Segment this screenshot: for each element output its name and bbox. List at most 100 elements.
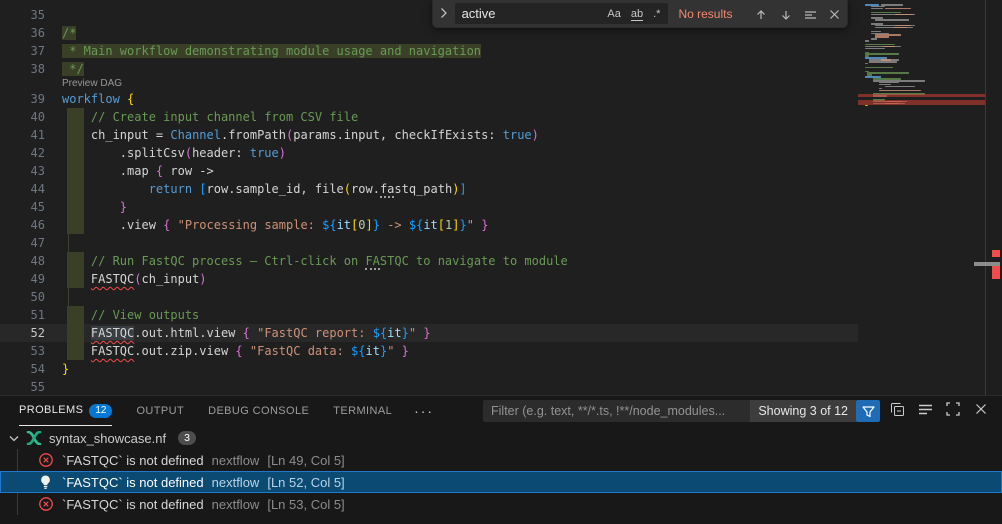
code-text: } bbox=[62, 198, 127, 216]
code-line[interactable]: 53 FASTQC.out.zip.view { "FastQC data: $… bbox=[0, 342, 858, 360]
filter-funnel-icon[interactable] bbox=[856, 400, 880, 422]
code-text: FASTQC.out.zip.view { "FastQC data: ${it… bbox=[62, 342, 409, 360]
next-match-icon[interactable] bbox=[774, 6, 799, 21]
problem-location: [Ln 53, Col 5] bbox=[267, 497, 344, 512]
minimap-error-bar bbox=[858, 100, 985, 105]
tab-problems[interactable]: PROBLEMS12 bbox=[19, 397, 112, 426]
code-text: */ bbox=[62, 60, 84, 78]
code-text: ch_input = Channel.fromPath(params.input… bbox=[62, 126, 539, 144]
find-widget: active Aa ab .* No results bbox=[432, 0, 848, 28]
error-icon bbox=[38, 452, 54, 468]
panel-tabs: PROBLEMS12 OUTPUT DEBUG CONSOLE TERMINAL bbox=[19, 397, 392, 426]
find-results-label: No results bbox=[678, 7, 749, 21]
tab-terminal[interactable]: TERMINAL bbox=[333, 397, 392, 426]
find-input[interactable]: active Aa ab .* bbox=[455, 3, 669, 24]
code-line[interactable]: 46 .view { "Processing sample: ${it[0]} … bbox=[0, 216, 858, 234]
line-number: 37 bbox=[0, 42, 45, 60]
find-query-text[interactable]: active bbox=[462, 6, 602, 21]
minimap[interactable] bbox=[858, 0, 985, 395]
ruler-error-mark bbox=[992, 266, 1000, 279]
problem-location: [Ln 49, Col 5] bbox=[267, 453, 344, 468]
tab-debug-console[interactable]: DEBUG CONSOLE bbox=[208, 397, 309, 426]
vscode-window: 3536/*37 * Main workflow demonstrating m… bbox=[0, 0, 1002, 524]
code-line[interactable]: 39workflow { bbox=[0, 90, 858, 108]
find-in-selection-icon[interactable] bbox=[798, 6, 823, 21]
error-icon bbox=[38, 496, 54, 512]
problem-source: nextflow bbox=[212, 475, 260, 490]
line-number: 44 bbox=[0, 180, 45, 198]
line-number: 42 bbox=[0, 144, 45, 162]
line-number: 54 bbox=[0, 360, 45, 378]
lightbulb-icon[interactable] bbox=[38, 474, 54, 490]
problem-row[interactable]: `FASTQC` is not definednextflow[Ln 52, C… bbox=[0, 471, 1002, 493]
code-line[interactable]: 40 // Create input channel from CSV file bbox=[0, 108, 858, 126]
problems-filter-input[interactable]: Filter (e.g. text, **/*.ts, !**/node_mod… bbox=[483, 400, 880, 422]
panel-actions bbox=[888, 400, 990, 418]
close-panel-icon[interactable] bbox=[972, 400, 990, 418]
code-text: * Main workflow demonstrating module usa… bbox=[62, 42, 481, 60]
code-text: // View outputs bbox=[62, 306, 199, 324]
line-number: 49 bbox=[0, 270, 45, 288]
problems-file-row[interactable]: syntax_showcase.nf 3 bbox=[0, 427, 1002, 449]
match-case-icon[interactable]: Aa bbox=[603, 7, 624, 21]
previous-match-icon[interactable] bbox=[749, 6, 774, 21]
code-line[interactable]: 38 */ bbox=[0, 60, 858, 78]
problem-source: nextflow bbox=[212, 497, 260, 512]
whole-word-icon[interactable]: ab bbox=[627, 7, 647, 21]
code-line[interactable]: 37 * Main workflow demonstrating module … bbox=[0, 42, 858, 60]
overview-ruler[interactable] bbox=[985, 0, 1002, 395]
file-problem-count-badge: 3 bbox=[178, 431, 196, 445]
more-actions-icon[interactable]: ··· bbox=[414, 403, 434, 419]
code-text: FASTQC(ch_input) bbox=[62, 270, 207, 288]
problem-row[interactable]: `FASTQC` is not definednextflow[Ln 53, C… bbox=[0, 493, 1002, 515]
line-number: 36 bbox=[0, 24, 45, 42]
code-line[interactable]: 54} bbox=[0, 360, 858, 378]
line-number: 51 bbox=[0, 306, 45, 324]
regex-icon[interactable]: .* bbox=[649, 7, 664, 21]
code-text: workflow { bbox=[62, 90, 134, 108]
code-line[interactable]: 50 bbox=[0, 288, 858, 306]
code-line[interactable]: 41 ch_input = Channel.fromPath(params.in… bbox=[0, 126, 858, 144]
line-number: 50 bbox=[0, 288, 45, 306]
code-text: /* bbox=[62, 24, 76, 42]
chevron-down-icon[interactable] bbox=[6, 435, 22, 442]
maximize-panel-icon[interactable] bbox=[944, 400, 962, 418]
problems-tree: syntax_showcase.nf 3 `FASTQC` is not def… bbox=[0, 427, 1002, 515]
tab-output[interactable]: OUTPUT bbox=[136, 397, 184, 426]
code-text: .splitCsv(header: true) bbox=[62, 144, 286, 162]
problem-row[interactable]: `FASTQC` is not definednextflow[Ln 49, C… bbox=[0, 449, 1002, 471]
codelens-row: Preview DAG bbox=[0, 78, 858, 90]
preview-dag-codelens[interactable]: Preview DAG bbox=[62, 78, 122, 89]
collapse-all-icon[interactable] bbox=[888, 400, 906, 418]
code-line[interactable]: 47 bbox=[0, 234, 858, 252]
ruler-error-mark bbox=[992, 250, 1000, 257]
problem-message: `FASTQC` is not defined bbox=[62, 475, 204, 490]
code-line[interactable]: 42 .splitCsv(header: true) bbox=[0, 144, 858, 162]
toggle-replace-icon[interactable] bbox=[433, 7, 455, 21]
code-line[interactable]: 55 bbox=[0, 378, 858, 395]
panel-header: PROBLEMS12 OUTPUT DEBUG CONSOLE TERMINAL ··… bbox=[0, 396, 1002, 426]
code-text: .map { row -> bbox=[62, 162, 214, 180]
close-find-icon[interactable] bbox=[823, 6, 848, 21]
line-number: 45 bbox=[0, 198, 45, 216]
line-number: 55 bbox=[0, 378, 45, 395]
view-as-table-icon[interactable] bbox=[916, 400, 934, 418]
code-editor[interactable]: 3536/*37 * Main workflow demonstrating m… bbox=[0, 0, 1002, 395]
code-line[interactable]: 49 FASTQC(ch_input) bbox=[0, 270, 858, 288]
code-text: // Run FastQC process — Ctrl-click on FA… bbox=[62, 252, 568, 270]
code-line[interactable]: 43 .map { row -> bbox=[0, 162, 858, 180]
code-line[interactable]: 51 // View outputs bbox=[0, 306, 858, 324]
code-text: FASTQC.out.html.view { "FastQC report: $… bbox=[62, 324, 431, 342]
line-number: 47 bbox=[0, 234, 45, 252]
code-text: } bbox=[62, 360, 69, 378]
problem-message: `FASTQC` is not defined bbox=[62, 453, 204, 468]
code-text: return [row.sample_id, file(row.fastq_pa… bbox=[62, 180, 467, 198]
filter-showing-count: Showing 3 of 12 bbox=[750, 400, 856, 422]
code-line[interactable]: 45 } bbox=[0, 198, 858, 216]
code-line[interactable]: 44 return [row.sample_id, file(row.fastq… bbox=[0, 180, 858, 198]
line-number: 46 bbox=[0, 216, 45, 234]
code-text: .view { "Processing sample: ${it[0]} -> … bbox=[62, 216, 488, 234]
filter-placeholder: Filter (e.g. text, **/*.ts, !**/node_mod… bbox=[483, 404, 750, 418]
code-line[interactable]: 52 FASTQC.out.html.view { "FastQC report… bbox=[0, 324, 858, 342]
code-line[interactable]: 48 // Run FastQC process — Ctrl-click on… bbox=[0, 252, 858, 270]
